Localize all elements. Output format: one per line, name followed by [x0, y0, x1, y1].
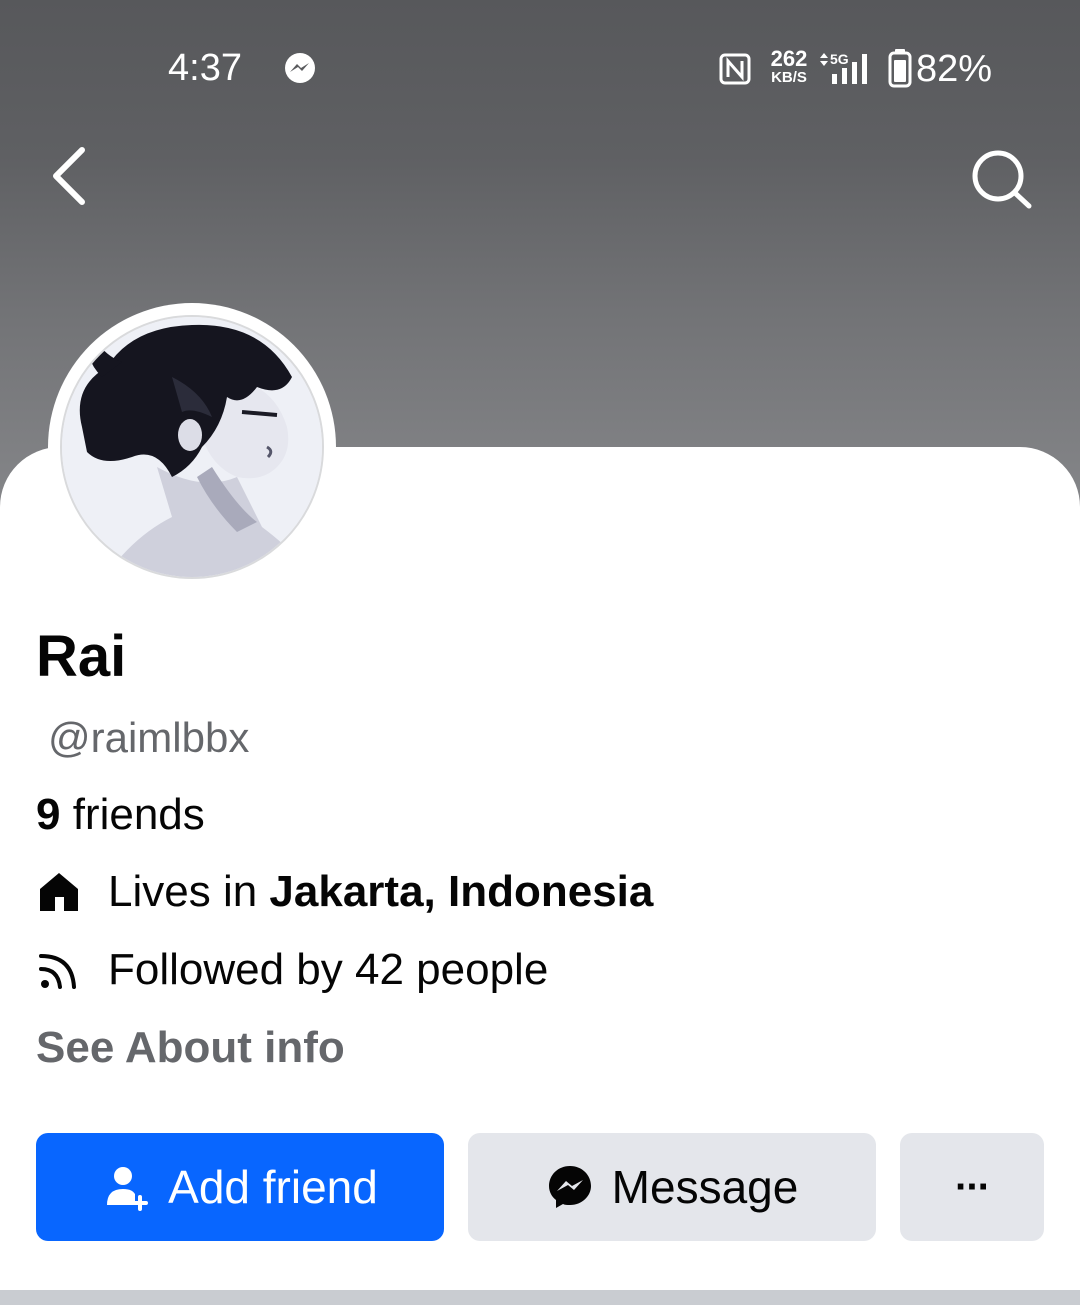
profile-screen: 4:37 262 KB/S 5G 82% Rai @raimlbbx 9 fri…: [0, 0, 1080, 1305]
add-friend-button[interactable]: Add friend: [36, 1133, 444, 1241]
battery-icon: [888, 49, 912, 88]
profile-picture[interactable]: [60, 315, 324, 579]
avatar[interactable]: [48, 303, 336, 591]
message-button[interactable]: Message: [468, 1133, 876, 1241]
see-about-info-link[interactable]: See About info: [36, 1021, 345, 1075]
lives-location[interactable]: Jakarta, Indonesia: [269, 867, 653, 916]
network-speed: 262 KB/S: [766, 48, 812, 86]
messenger-icon: [285, 53, 315, 83]
friends-number: 9: [36, 790, 61, 839]
followed-by-text[interactable]: Followed by 42 people: [108, 943, 548, 997]
message-label: Message: [611, 1161, 799, 1213]
search-icon[interactable]: [966, 144, 1036, 214]
messenger-icon: [548, 1166, 591, 1208]
rss-feed-icon: [39, 954, 76, 989]
battery-percent: 82%: [916, 48, 993, 90]
speed-unit: KB/S: [771, 69, 807, 86]
section-divider: [0, 1290, 1080, 1305]
add-friend-label: Add friend: [168, 1161, 378, 1213]
lives-in-row: Lives in Jakarta, Indonesia: [36, 864, 653, 920]
status-time: 4:37: [168, 47, 242, 89]
lives-prefix: Lives in: [108, 867, 270, 916]
add-person-icon: [107, 1167, 149, 1211]
friends-count[interactable]: 9 friends: [36, 788, 205, 842]
profile-username: @raimlbbx: [48, 714, 250, 761]
friends-label: friends: [60, 790, 205, 839]
lives-in-text: Lives in Jakarta, Indonesia: [108, 865, 653, 919]
signal-icon: 5G: [820, 51, 867, 84]
speed-value: 262: [770, 46, 808, 71]
home-icon: [40, 873, 78, 911]
nfc-icon: [719, 53, 751, 85]
profile-illustration: [62, 317, 322, 577]
more-options-button[interactable]: ···: [900, 1133, 1044, 1241]
profile-name: Rai: [36, 624, 127, 689]
chevron-left-icon[interactable]: [40, 140, 100, 212]
status-bar: 4:37 262 KB/S 5G 82%: [0, 0, 1080, 130]
network-type: 5G: [830, 51, 849, 67]
more-options-label: ···: [955, 1164, 991, 1209]
followed-by-row: Followed by 42 people: [36, 942, 548, 998]
